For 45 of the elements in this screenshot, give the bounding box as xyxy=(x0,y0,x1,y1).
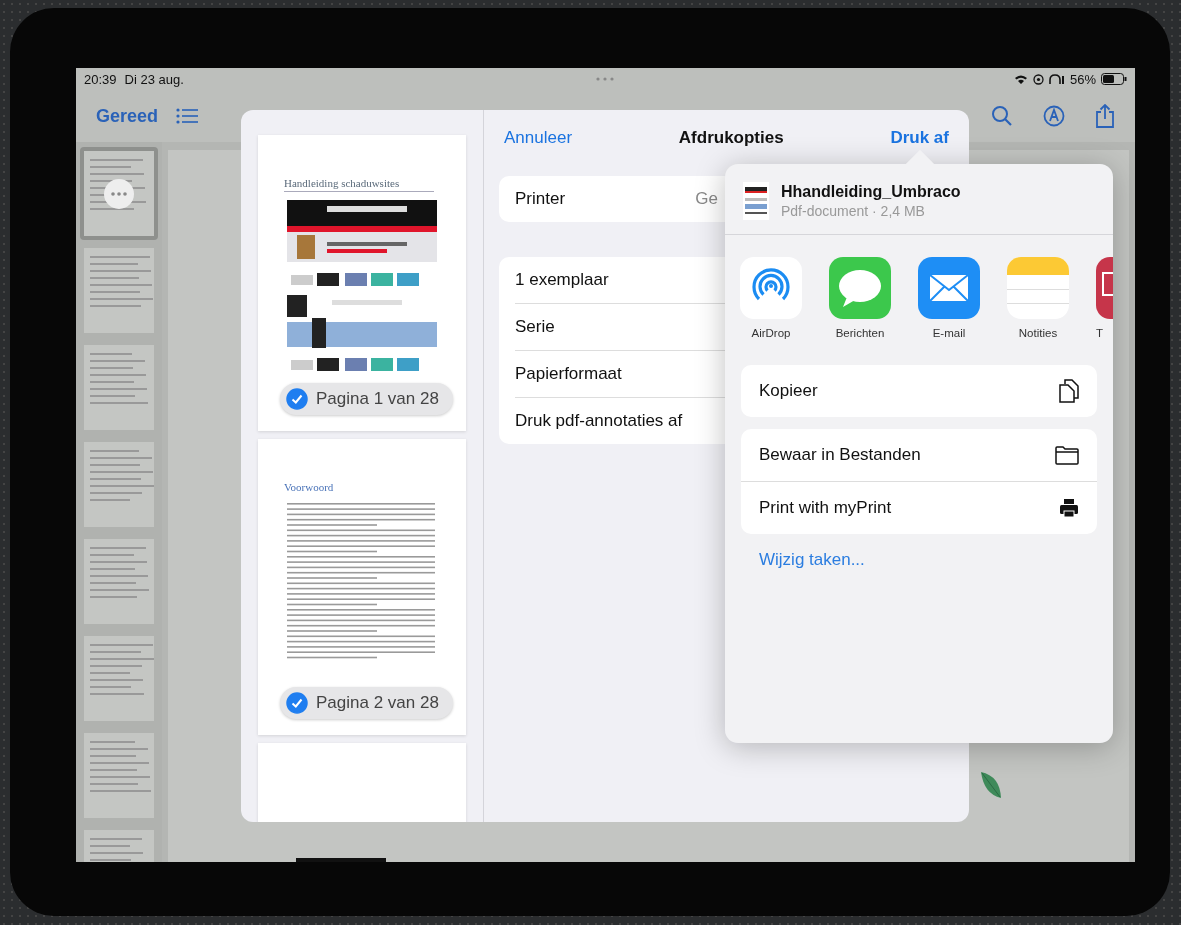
folder-icon xyxy=(1055,445,1079,465)
battery-percent: 56% xyxy=(1069,71,1096,87)
page-thumbnail[interactable] xyxy=(80,147,158,240)
printer-icon xyxy=(1059,498,1079,518)
markup-icon[interactable] xyxy=(1043,105,1065,127)
share-app[interactable]: Berichten xyxy=(829,257,891,353)
copy-icon xyxy=(1059,379,1079,403)
print-button[interactable]: Druk af xyxy=(890,128,949,148)
checkmark-icon[interactable] xyxy=(286,692,308,714)
battery-icon xyxy=(1101,73,1127,85)
status-time: 20:39 xyxy=(84,71,117,87)
leaf-icon xyxy=(978,770,1004,800)
file-name: Hhandleiding_Umbraco xyxy=(781,183,961,201)
wifi-icon xyxy=(1013,73,1028,85)
status-date: Di 23 aug. xyxy=(124,71,184,87)
dialog-title: Afdrukopties xyxy=(678,128,784,148)
page-heading: Voorwoord xyxy=(284,481,335,495)
share-icon[interactable] xyxy=(1095,104,1115,128)
share-action[interactable]: Kopieer xyxy=(741,365,1097,417)
share-app[interactable]: Notities xyxy=(1007,257,1069,353)
document-thumbnail-icon xyxy=(743,182,769,220)
checkmark-icon[interactable] xyxy=(286,388,308,410)
page-label[interactable]: Pagina 2 van 28 xyxy=(280,687,453,719)
page-label[interactable]: Pagina 1 van 28 xyxy=(280,383,453,415)
share-app[interactable]: AirDrop xyxy=(740,257,802,353)
edit-actions-link[interactable]: Wijzig taken... xyxy=(759,550,865,570)
speech-bubble-icon xyxy=(829,257,891,319)
notepad-icon xyxy=(1007,257,1069,319)
status-circle-icon xyxy=(1032,73,1044,85)
airdrop-icon xyxy=(740,257,802,319)
app-icon xyxy=(1096,257,1113,319)
share-app[interactable]: E-mail xyxy=(918,257,980,353)
page-preview[interactable]: Handleiding schaduwsites Pagina 1 van 28 xyxy=(258,135,466,431)
cancel-button[interactable]: Annuleer xyxy=(504,128,573,148)
share-action[interactable]: Bewaar in Bestanden xyxy=(741,429,1097,481)
multitask-dots-icon[interactable] xyxy=(596,77,614,81)
search-icon[interactable] xyxy=(991,105,1013,127)
share-app[interactable]: T xyxy=(1096,257,1113,353)
envelope-icon xyxy=(918,257,980,319)
more-icon[interactable] xyxy=(104,179,134,209)
share-action[interactable]: Print with myPrint xyxy=(741,481,1097,534)
list-icon[interactable] xyxy=(176,108,199,124)
page-heading: Handleiding schaduwsites xyxy=(284,177,434,192)
file-info: Pdf-document · 2,4 MB xyxy=(781,203,926,219)
page-preview[interactable]: Voorwoord Pagina 2 van 28 xyxy=(258,439,466,735)
